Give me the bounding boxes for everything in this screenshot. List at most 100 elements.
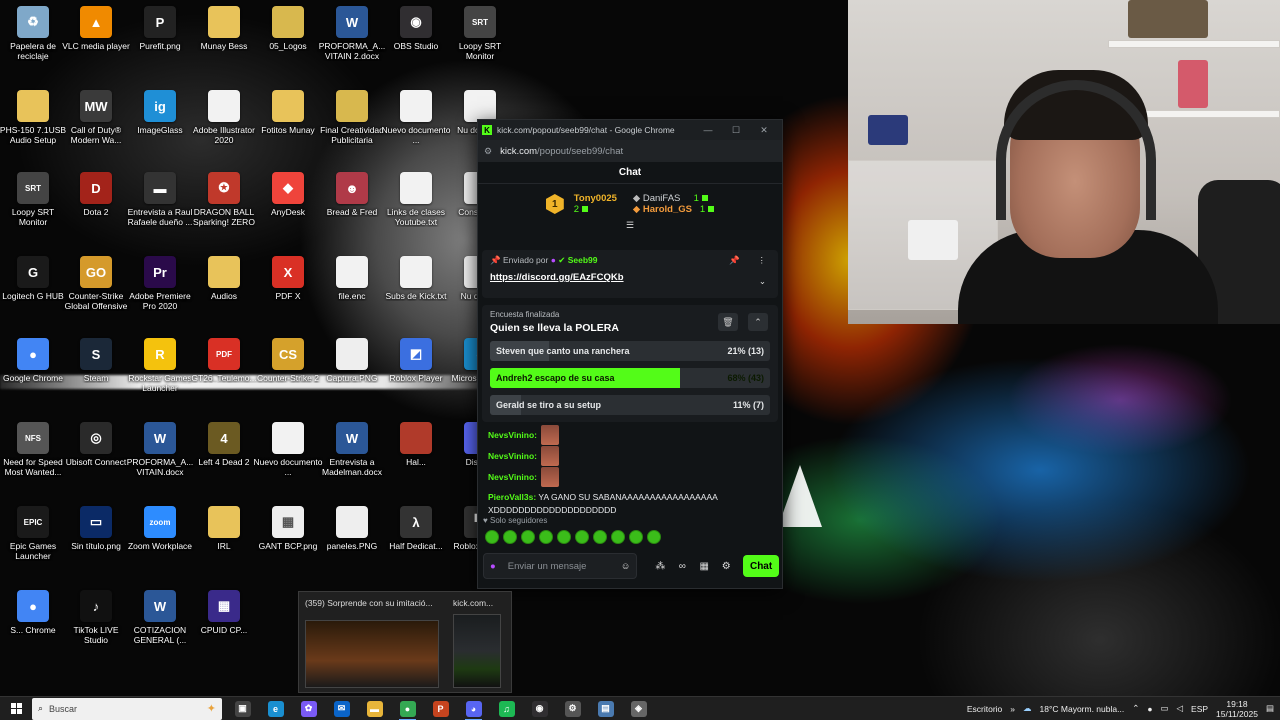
desktop-icon[interactable]: G Logitech G HUB <box>0 256 66 334</box>
desktop-icon[interactable]: W PROFORMA_A... VITAIN.docx <box>127 422 193 500</box>
chat-message-input[interactable]: ● Enviar un mensaje ☺ <box>483 553 638 579</box>
taskbar-search[interactable]: ⌕ Buscar ✦ <box>32 697 222 720</box>
pinned-by-user[interactable]: Seeb99 <box>568 255 598 265</box>
desktop-icon[interactable]: W PROFORMA_A... VITAIN 2.docx <box>319 6 385 84</box>
gear-icon[interactable]: ⚙ <box>715 561 737 572</box>
desktop-icon[interactable]: W Entrevista a Madelman.docx <box>319 422 385 500</box>
emote-icon[interactable] <box>521 530 535 544</box>
emote-icon[interactable] <box>629 530 643 544</box>
desktop-icon[interactable]: MW Call of Duty® Modern Wa... <box>63 90 129 168</box>
thumbnail-title-kick[interactable]: kick.com... <box>453 598 509 608</box>
desktop-icon[interactable]: EPIC Epic Games Launcher <box>0 506 66 584</box>
taskbar-app-chrome[interactable]: ● <box>391 697 424 720</box>
desktop-icon[interactable]: Subs de Kick.txt <box>383 256 449 334</box>
taskbar-app-obs[interactable]: ◉ <box>523 697 556 720</box>
emote-icon[interactable] <box>611 530 625 544</box>
site-info-icon[interactable]: ⚙ <box>484 146 492 157</box>
desktop-icon[interactable]: X PDF X <box>255 256 321 334</box>
speaker-icon[interactable]: ◁ <box>1176 703 1183 714</box>
thumbnail-preview-youtube[interactable] <box>305 620 439 688</box>
infinity-icon[interactable]: ∞ <box>671 561 693 572</box>
leaderboard-first-name[interactable]: Tony0025 <box>574 193 617 204</box>
desktop-icon[interactable]: Final Creatividad Publicitaria <box>319 90 385 168</box>
chevron-up-icon[interactable]: ⌃ <box>1132 703 1139 714</box>
leaderboard-third-name[interactable]: Harold_GS <box>643 204 692 215</box>
taskbar-app-app-generic-2[interactable]: ◈ <box>622 697 655 720</box>
desktop-icon[interactable]: D Dota 2 <box>63 172 129 250</box>
desktop-icon[interactable]: ◉ OBS Studio <box>383 6 449 84</box>
store-icon[interactable]: ▦ <box>693 561 715 572</box>
emote-icon[interactable] <box>557 530 571 544</box>
desktop-icon[interactable]: Nuevo documento ... <box>382 90 451 168</box>
taskbar-app-task-view[interactable]: ▣ <box>226 697 259 720</box>
kicks-icon[interactable]: ⁂ <box>649 561 671 572</box>
desktop-icon[interactable]: Hal... <box>383 422 449 500</box>
desktop-icon[interactable]: ig ImageGlass <box>127 90 193 168</box>
desktop-icon[interactable]: ☻ Bread & Fred <box>319 172 385 250</box>
desktop-icon[interactable]: Nuevo documento ... <box>254 422 323 500</box>
desktop-icon[interactable]: ● Google Chrome <box>0 338 66 416</box>
close-icon[interactable]: ✕ <box>750 125 778 136</box>
leaderboard-second-name[interactable]: DaniFAS <box>643 193 681 204</box>
taskbar-app-discord[interactable]: ◕ <box>457 697 490 720</box>
desktop-icon[interactable]: ♻ Papelera de reciclaje <box>0 6 66 84</box>
emote-icon[interactable] <box>485 530 499 544</box>
chat-username[interactable]: NevsVinino: <box>488 472 537 482</box>
desktop-icon[interactable]: R Rockstar Games Launcher <box>127 338 193 416</box>
desktop-icon[interactable]: CS Counter-Strike 2 <box>255 338 321 416</box>
desktop-icon[interactable]: Captura.PNG <box>319 338 385 416</box>
desktop-icon[interactable]: ◩ Roblox Player <box>383 338 449 416</box>
emote-icon[interactable] <box>593 530 607 544</box>
taskbar-app-app-generic[interactable]: ▤ <box>589 697 622 720</box>
taskbar-app-outlook[interactable]: ✉ <box>325 697 358 720</box>
emote-icon[interactable] <box>539 530 553 544</box>
desktop-icon[interactable]: 05_Logos <box>255 6 321 84</box>
desktop-icon[interactable]: P Purefit.png <box>127 6 193 84</box>
thumbnail-title-youtube[interactable]: (359) Sorprende con su imitació... <box>305 598 445 608</box>
desktop-icon[interactable]: PDF GT26_Teulemo... <box>191 338 257 416</box>
chat-username[interactable]: PieroVall3s: <box>488 492 536 502</box>
trash-icon[interactable]: 🗑 <box>718 313 738 331</box>
chevron-down-icon[interactable]: ⌄ <box>759 276 766 287</box>
desktop-icon[interactable]: Audios <box>191 256 257 334</box>
taskbar-app-spotify[interactable]: ♫ <box>490 697 523 720</box>
mic-tray-icon[interactable]: ● <box>1147 704 1152 714</box>
chat-username[interactable]: NevsVinino: <box>488 451 537 461</box>
address-bar[interactable]: ⚙ kick.com/popout/seeb99/chat <box>478 140 782 162</box>
desktop-label[interactable]: Escritorio <box>967 704 1002 714</box>
desktop-icon[interactable]: W COTIZACION GENERAL (... <box>127 590 193 668</box>
desktop-icon[interactable]: ◆ AnyDesk <box>255 172 321 250</box>
send-chat-button[interactable]: Chat <box>743 555 780 577</box>
pinned-message[interactable]: 📌 Enviado por ● ✔ Seeb99 https://discord… <box>482 250 778 298</box>
emote-icon[interactable] <box>647 530 661 544</box>
desktop-icon[interactable]: file.enc <box>319 256 385 334</box>
desktop-icon[interactable]: ▦ CPUID CP... <box>191 590 257 668</box>
taskbar-app-powerpoint[interactable]: P <box>424 697 457 720</box>
desktop-icon[interactable]: ▦ GANT BCP.png <box>255 506 321 584</box>
desktop-icon[interactable]: SRT Loopy SRT Monitor <box>447 6 513 84</box>
notifications-icon[interactable]: ▤ <box>1266 703 1274 714</box>
desktop-icon[interactable]: IRL <box>191 506 257 584</box>
desktop-icon[interactable]: PHS-150 7.1USB Audio Setup <box>0 90 66 168</box>
desktop-icon[interactable]: Adobe Illustrator 2020 <box>191 90 257 168</box>
maximize-icon[interactable]: ☐ <box>722 125 750 136</box>
taskbar-app-copilot[interactable]: ✿ <box>292 697 325 720</box>
desktop-icon[interactable]: ● S... Chrome <box>0 590 66 668</box>
desktop-icon[interactable]: ✪ DRAGON BALL Sparking! ZERO <box>191 172 257 250</box>
language-label[interactable]: ESP <box>1191 704 1208 714</box>
desktop-icon[interactable]: ▬ Entrevista a Raul Rafaele dueño ... <box>127 172 193 250</box>
taskbar-app-settings[interactable]: ⚙ <box>556 697 589 720</box>
more-options-icon[interactable]: ⋮ <box>758 255 767 266</box>
desktop-icon[interactable]: SRT Loopy SRT Monitor <box>0 172 66 250</box>
network-icon[interactable]: ▭ <box>1160 703 1168 714</box>
pin-icon[interactable]: 📌 <box>729 255 740 266</box>
desktop-icon[interactable]: GO Counter-Strike Global Offensive <box>63 256 129 334</box>
taskbar-app-edge[interactable]: e <box>259 697 292 720</box>
desktop-icon[interactable]: ▭ Sin título.png <box>63 506 129 584</box>
taskbar-app-file-explorer[interactable]: ▬ <box>358 697 391 720</box>
start-button[interactable] <box>0 703 32 714</box>
desktop-icon[interactable]: zoom Zoom Workplace <box>127 506 193 584</box>
window-titlebar[interactable]: K kick.com/popout/seeb99/chat - Google C… <box>478 120 782 140</box>
desktop-icon[interactable]: Fotitos Munay <box>255 90 321 168</box>
discord-link[interactable]: https://discord.gg/EAzFCQKb <box>490 272 770 283</box>
